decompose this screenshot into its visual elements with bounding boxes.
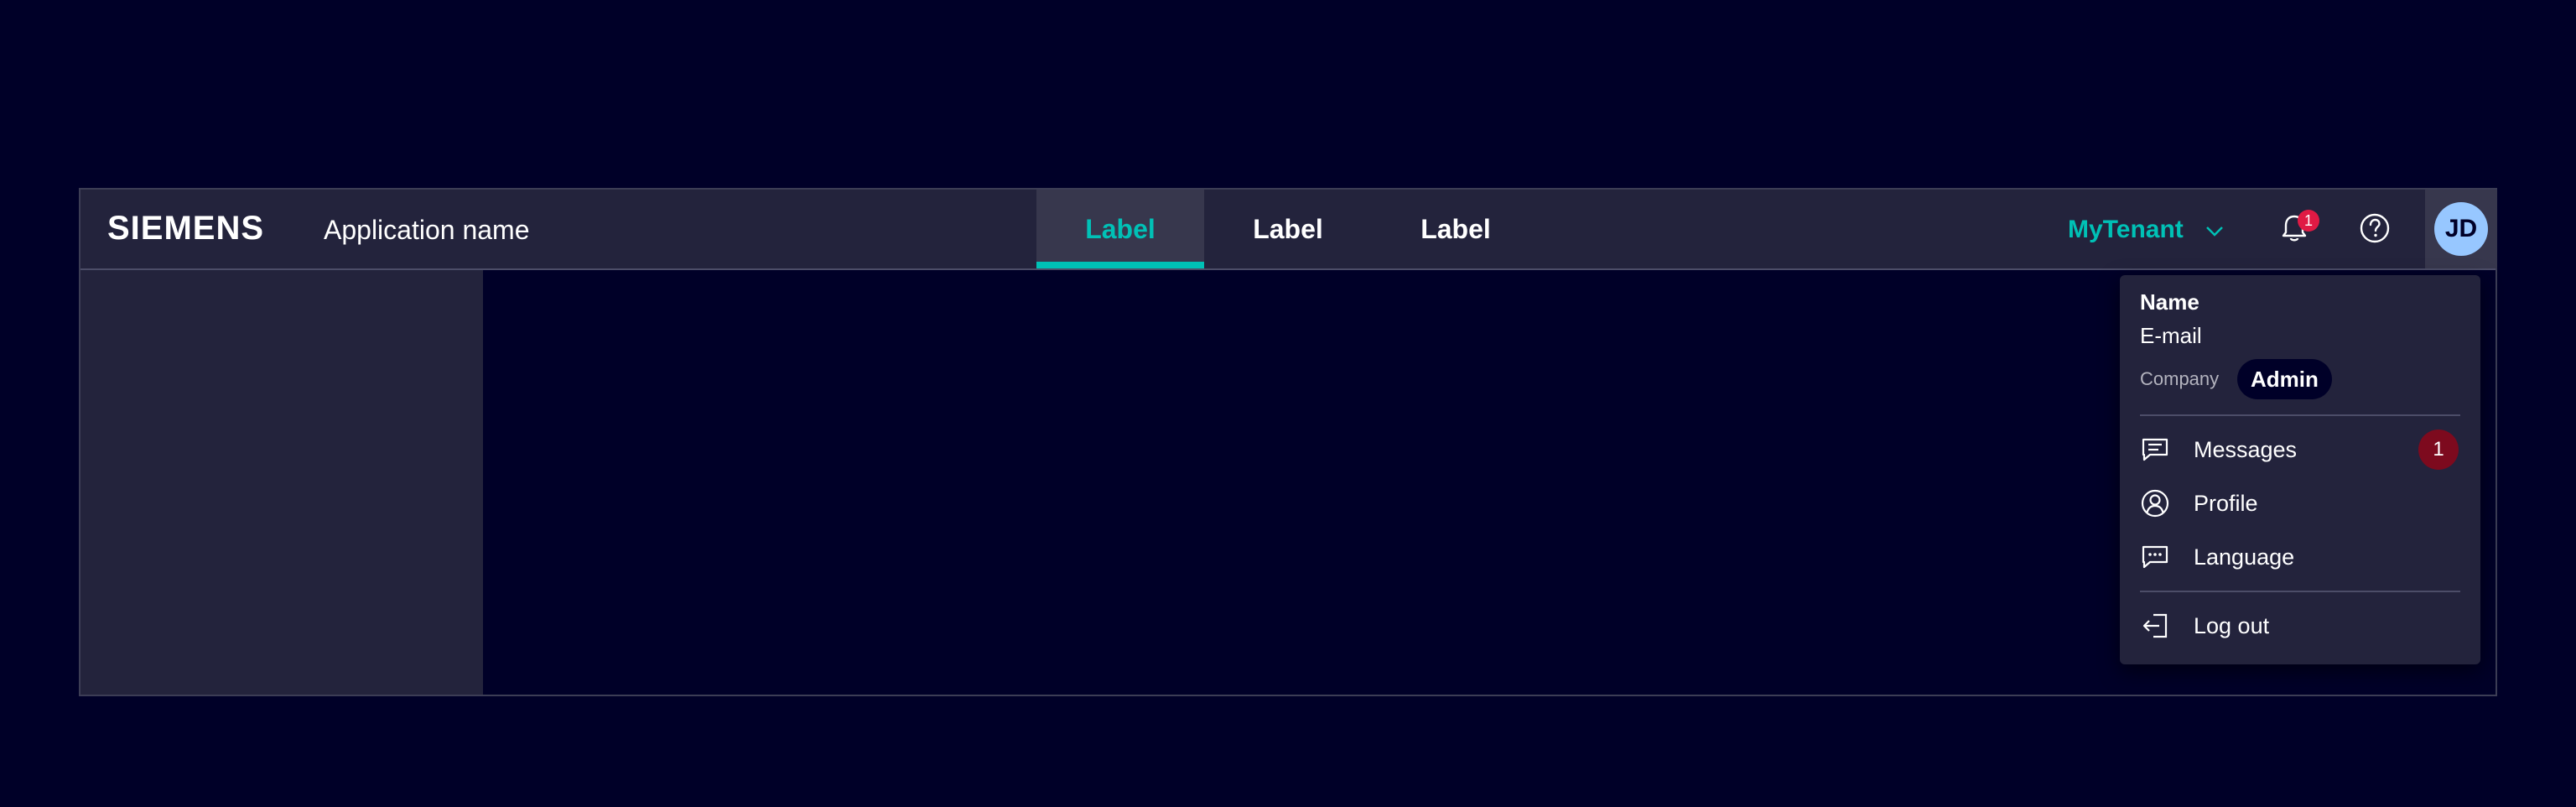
menu-item-messages[interactable]: Messages 1 [2120,424,2480,475]
speech-bubble-dots-icon [2140,542,2170,572]
menu-item-label: Language [2194,544,2295,570]
menu-item-logout[interactable]: Log out [2120,601,2480,651]
primary-navigation: Label Label Label [1036,190,1540,270]
user-name: Name [2140,289,2199,315]
nav-tab-1[interactable]: Label [1036,190,1204,268]
role-badge: Admin [2237,359,2332,399]
menu-item-label: Messages [2194,437,2298,462]
application-name: Application name [324,215,530,245]
sidebar [80,270,483,695]
chat-icon [2140,435,2170,465]
user-company: Company [2140,368,2220,389]
chevron-down-icon [2205,216,2224,244]
tenant-label: MyTenant [2068,216,2184,243]
user-menu-dropdown: Name E-mail Company Admin Messages 1 Pro… [2120,275,2480,664]
user-email: E-mail [2140,323,2202,348]
notifications-button[interactable]: 1 [2271,206,2319,253]
siemens-logo: SIEMENS [107,210,265,247]
nav-tab-2[interactable]: Label [1204,190,1372,268]
nav-tab-3[interactable]: Label [1372,190,1540,268]
help-button[interactable] [2351,206,2398,253]
user-menu-button[interactable]: JD [2425,190,2497,268]
tenant-switcher[interactable]: MyTenant [2068,210,2224,250]
avatar: JD [2434,202,2488,256]
menu-item-label: Log out [2194,613,2270,638]
menu-divider [2140,591,2460,592]
menu-divider [2140,414,2460,416]
header-bar: SIEMENS Application name Label Label Lab… [80,190,2497,270]
notification-count-badge: 1 [2298,210,2319,232]
menu-item-language[interactable]: Language [2120,532,2480,582]
logout-icon [2140,611,2170,641]
menu-item-label: Profile [2194,491,2258,516]
messages-count-badge: 1 [2418,430,2459,470]
menu-item-profile[interactable]: Profile [2120,478,2480,528]
question-circle-icon [2359,212,2391,248]
user-circle-icon [2140,488,2170,518]
